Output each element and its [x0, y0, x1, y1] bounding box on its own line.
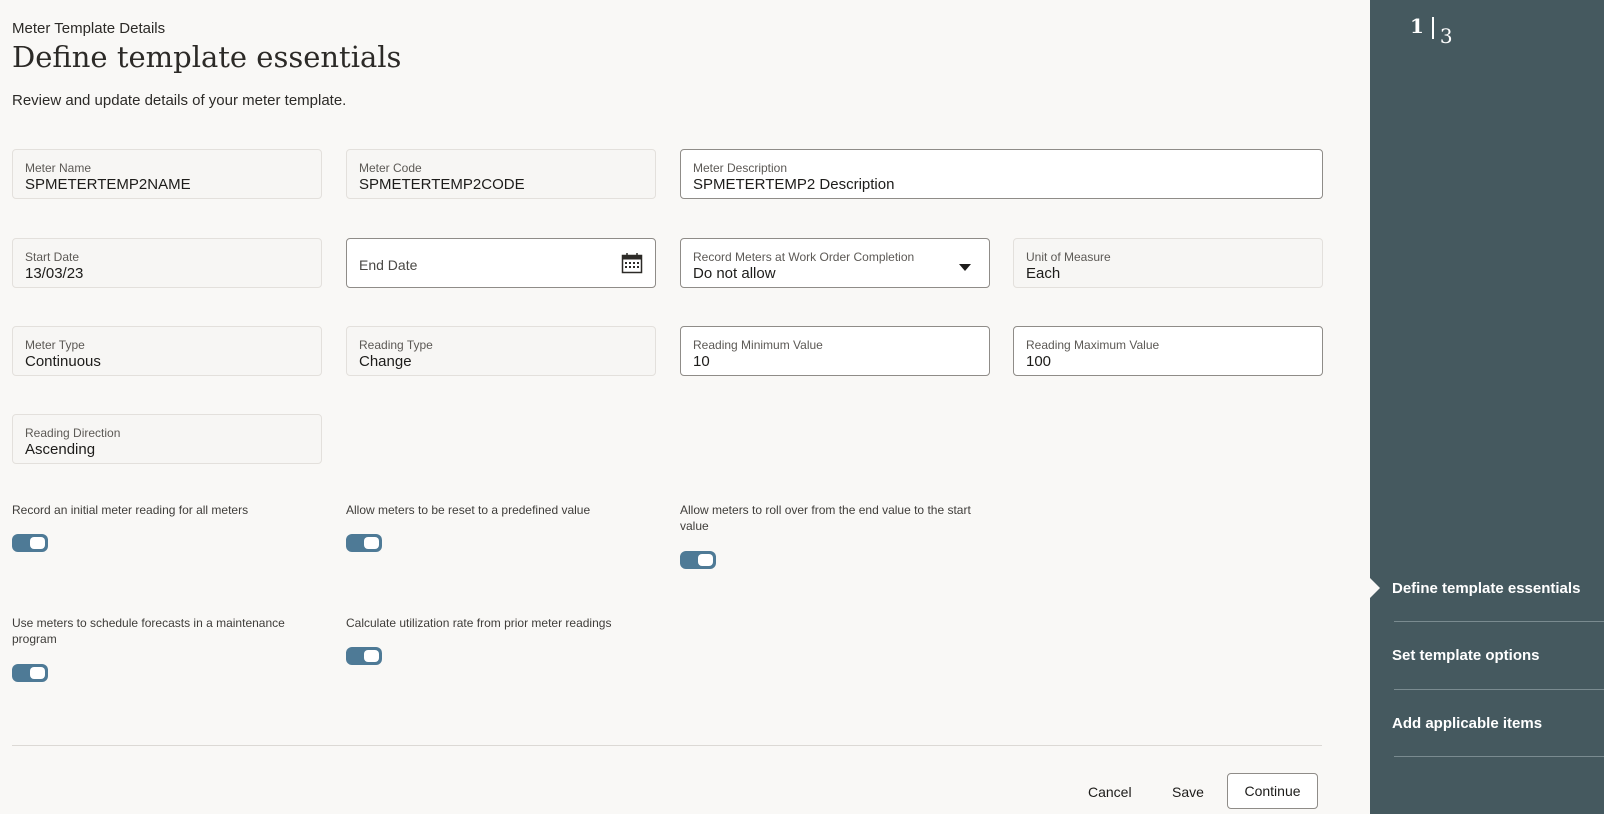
end-date-placeholder: End Date	[359, 257, 418, 273]
start-date-field: Start Date 13/03/23	[12, 238, 322, 288]
meter-code-label: Meter Code	[359, 161, 422, 175]
step-define-template-essentials[interactable]: Define template essentials	[1392, 580, 1604, 597]
step-add-applicable-items[interactable]: Add applicable items	[1392, 715, 1604, 732]
record-meters-select[interactable]: Record Meters at Work Order Completion D…	[680, 238, 990, 288]
toggle-knob	[364, 650, 379, 662]
forecast-toggle-label: Use meters to schedule forecasts in a ma…	[12, 616, 285, 646]
cancel-button[interactable]: Cancel	[1088, 784, 1132, 800]
reading-type-label: Reading Type	[359, 338, 433, 352]
meter-description-label: Meter Description	[693, 161, 788, 175]
reading-minimum-input[interactable]: Reading Minimum Value 10	[680, 326, 990, 376]
step-counter: 13	[1410, 14, 1453, 48]
meter-type-value: Continuous	[25, 353, 101, 370]
progress-sidebar: 13 Define template essentials Set templa…	[1370, 0, 1604, 814]
start-date-value: 13/03/23	[25, 265, 84, 282]
reset-toggle[interactable]	[346, 534, 382, 552]
unit-of-measure-value: Each	[1026, 265, 1061, 282]
reading-maximum-value[interactable]: 100	[1026, 353, 1051, 370]
current-step-number: 1	[1410, 14, 1424, 38]
reading-maximum-input[interactable]: Reading Maximum Value 100	[1013, 326, 1323, 376]
step-divider	[1394, 621, 1604, 622]
reset-toggle-label: Allow meters to be reset to a predefined…	[346, 503, 591, 517]
reading-minimum-value[interactable]: 10	[693, 353, 710, 370]
record-meters-value[interactable]: Do not allow	[693, 265, 776, 282]
unit-of-measure-field: Unit of Measure Each	[1013, 238, 1323, 288]
continue-button[interactable]: Continue	[1227, 773, 1318, 809]
step-counter-separator	[1431, 16, 1434, 39]
step-divider	[1394, 756, 1604, 757]
utilization-toggle[interactable]	[346, 647, 382, 665]
save-button[interactable]: Save	[1172, 784, 1204, 800]
meter-type-field: Meter Type Continuous	[12, 326, 322, 376]
reading-type-field: Reading Type Change	[346, 326, 656, 376]
step-divider	[1394, 689, 1604, 690]
footer-divider	[12, 745, 1322, 746]
step-set-template-options[interactable]: Set template options	[1392, 647, 1604, 664]
rollover-toggle[interactable]	[680, 551, 716, 569]
reading-type-value: Change	[359, 353, 412, 370]
rollover-toggle-label: Allow meters to roll over from the end v…	[680, 503, 971, 533]
total-steps-number: 3	[1439, 24, 1453, 48]
forecast-toggle[interactable]	[12, 664, 48, 682]
meter-code-field: Meter Code SPMETERTEMP2CODE	[346, 149, 656, 199]
toggle-knob	[30, 537, 45, 549]
meter-code-value: SPMETERTEMP2CODE	[359, 176, 525, 193]
active-step-indicator	[1370, 578, 1380, 598]
toggle-knob	[364, 537, 379, 549]
reading-direction-value: Ascending	[25, 441, 96, 458]
meter-name-value: SPMETERTEMP2NAME	[25, 176, 191, 193]
meter-description-value[interactable]: SPMETERTEMP2 Description	[693, 176, 894, 193]
meter-type-label: Meter Type	[25, 338, 85, 352]
reading-maximum-label: Reading Maximum Value	[1026, 338, 1160, 352]
end-date-input[interactable]: End Date	[346, 238, 656, 288]
meter-description-input[interactable]: Meter Description SPMETERTEMP2 Descripti…	[680, 149, 1323, 199]
start-date-label: Start Date	[25, 250, 80, 264]
calendar-icon[interactable]	[621, 252, 643, 279]
main-content: Meter Template Details Define template e…	[0, 0, 1370, 814]
initial-reading-toggle[interactable]	[12, 534, 48, 552]
unit-of-measure-label: Unit of Measure	[1026, 250, 1111, 264]
meter-name-label: Meter Name	[25, 161, 92, 175]
initial-reading-toggle-label: Record an initial meter reading for all …	[12, 503, 249, 517]
page-subtitle: Meter Template Details	[12, 20, 166, 37]
reading-minimum-label: Reading Minimum Value	[693, 338, 823, 352]
chevron-down-icon[interactable]	[959, 259, 971, 277]
toggle-knob	[698, 554, 713, 566]
reading-direction-label: Reading Direction	[25, 426, 121, 440]
page-description: Review and update details of your meter …	[12, 92, 347, 109]
record-meters-label: Record Meters at Work Order Completion	[693, 250, 915, 264]
utilization-toggle-label: Calculate utilization rate from prior me…	[346, 616, 612, 630]
meter-name-field: Meter Name SPMETERTEMP2NAME	[12, 149, 322, 199]
reading-direction-field: Reading Direction Ascending	[12, 414, 322, 464]
page-title: Define template essentials	[12, 40, 402, 74]
toggle-knob	[30, 667, 45, 679]
